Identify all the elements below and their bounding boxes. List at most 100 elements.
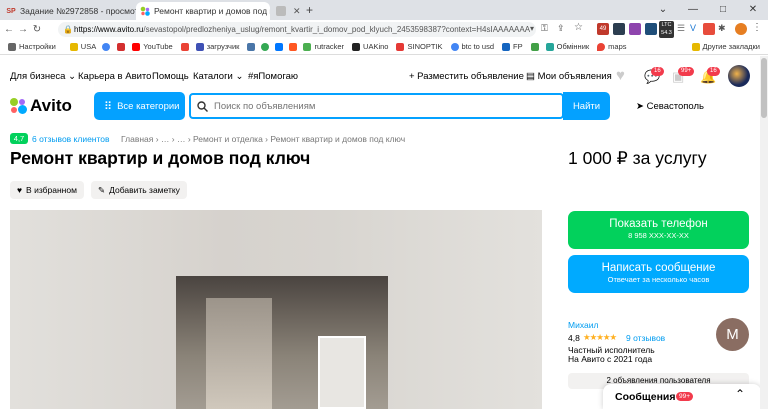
location-label: Севастополь: [646, 101, 704, 112]
key-icon[interactable]: ⚿: [541, 23, 548, 34]
rating-chip: 4,7: [10, 133, 28, 144]
favorite-button[interactable]: ♥ В избранном: [10, 181, 84, 199]
rutracker-icon: [303, 42, 312, 51]
user-avatar[interactable]: [728, 65, 750, 87]
seller-reviews-link[interactable]: 9 отзывов: [626, 333, 665, 343]
mail-logo-icon: [275, 42, 284, 51]
bookmark-usa[interactable]: USA: [69, 42, 96, 51]
extension-icon[interactable]: [613, 23, 625, 35]
seller-name[interactable]: Михаил: [568, 320, 598, 330]
lock-icon: 🔒: [63, 25, 73, 34]
green-site-icon: [530, 42, 539, 51]
bookmark-sinoptik[interactable]: SINOPTIK: [396, 42, 443, 51]
chevron-down-icon[interactable]: ⌄: [648, 0, 678, 20]
chevron-up-icon[interactable]: ⌃: [735, 387, 745, 401]
bookmarks-bar: Настройки USA YouTube загрузчик rutracke…: [0, 39, 768, 55]
help-link[interactable]: Помощь: [152, 71, 189, 82]
share-icon[interactable]: ⇪: [557, 23, 565, 34]
my-ads-link[interactable]: ▤ Мои объявления: [526, 71, 612, 82]
extension-icon[interactable]: [703, 23, 715, 35]
career-link[interactable]: Карьера в Авито: [78, 71, 151, 82]
gear-icon: [8, 42, 16, 51]
heart-icon[interactable]: ♥: [616, 67, 625, 84]
bookmark-settings[interactable]: Настройки: [8, 42, 56, 51]
location-selector[interactable]: ➤ Севастополь: [636, 101, 704, 112]
location-arrow-icon: ➤: [636, 101, 644, 112]
listing-photo[interactable]: [10, 210, 542, 409]
post-ad-link[interactable]: + Разместить объявление: [409, 71, 524, 82]
heart-icon: ♥: [17, 185, 23, 195]
tab-avito[interactable]: Ремонт квартир и домов под кл ✕: [136, 2, 270, 20]
search-input[interactable]: [214, 100, 554, 112]
bookmark-label: Другие закладки: [702, 42, 760, 51]
breadcrumb[interactable]: Главная › … › … › Ремонт и отделка › Рем…: [121, 134, 405, 144]
menu-dots-icon[interactable]: ⋮: [752, 22, 762, 33]
close-window-icon[interactable]: ✕: [738, 0, 768, 20]
write-message-button[interactable]: Написать сообщение Отвечает за несколько…: [568, 255, 749, 293]
bookmark-label: Обмінник: [556, 42, 590, 51]
messages-widget[interactable]: Сообщения 99+ ⌃: [603, 384, 761, 409]
bookmark-label: UAKino: [363, 42, 389, 51]
profile-icon[interactable]: [735, 23, 747, 35]
tab-task[interactable]: SP Задание №2972858 - просмотр з ✕: [2, 2, 136, 20]
avito-favicon-icon: [140, 6, 150, 16]
avito-logo[interactable]: Avito: [10, 96, 72, 116]
bookmark-youtube[interactable]: YouTube: [132, 42, 173, 51]
orange-site-icon: [289, 42, 298, 51]
extension-badge-icon[interactable]: 49: [597, 23, 609, 35]
show-phone-button[interactable]: Показать телефон 8 958 XXX-XX-XX: [568, 211, 749, 249]
bookmark-star-icon[interactable]: ☆: [574, 22, 583, 33]
ltc-price-widget[interactable]: LTC 54.3: [659, 21, 674, 38]
extension-count: 49: [599, 26, 607, 32]
close-icon[interactable]: ✕: [290, 6, 301, 17]
bookmark-downloader[interactable]: загрузчик: [195, 42, 239, 51]
google-icon[interactable]: [261, 42, 272, 51]
bookmark-rutracker[interactable]: rutracker: [303, 42, 344, 51]
scrollbar-track[interactable]: [760, 56, 768, 409]
youtube-icon: [132, 42, 141, 51]
forward-icon[interactable]: →: [16, 24, 30, 35]
messages-badge: 16: [651, 67, 664, 76]
red-bookmark-icon[interactable]: [117, 42, 128, 51]
extension-icon[interactable]: [645, 23, 657, 35]
bookmark-fp[interactable]: FP: [502, 42, 523, 51]
all-categories-button[interactable]: ⠿ Все категории: [94, 92, 185, 120]
scrollbar-thumb[interactable]: [761, 58, 767, 118]
mail-icon[interactable]: [275, 42, 286, 51]
folder-icon: [691, 42, 700, 51]
catalogs-link[interactable]: Каталоги ⌄: [193, 71, 243, 82]
puzzle-icon[interactable]: ✱: [718, 23, 726, 34]
url-bar[interactable]: 🔒 https://www.avito.ru/sevastopol/predlo…: [58, 22, 536, 37]
new-tab-icon[interactable]: +: [306, 3, 313, 17]
business-link[interactable]: Для бизнеса ⌄: [10, 71, 76, 82]
extension-icon[interactable]: [629, 23, 641, 35]
back-icon[interactable]: ←: [2, 24, 16, 35]
orange-bookmark-icon[interactable]: [289, 42, 300, 51]
vpn-icon[interactable]: V: [690, 23, 696, 33]
google-icon[interactable]: [102, 42, 113, 51]
grid-icon: ⠿: [104, 100, 113, 113]
vk-icon[interactable]: [247, 42, 258, 51]
extension-icon[interactable]: ☰: [677, 23, 685, 34]
find-button[interactable]: Найти: [563, 92, 610, 120]
minimize-icon[interactable]: —: [678, 0, 708, 20]
caret-down-icon[interactable]: ▾: [530, 24, 534, 33]
reload-icon[interactable]: ↻: [30, 24, 44, 35]
all-categories-label: Все категории: [117, 100, 180, 112]
gmail-icon[interactable]: [180, 42, 192, 51]
help-tag-link[interactable]: #яПомогаю: [248, 71, 298, 82]
bookmark-btc[interactable]: btc to usd: [450, 42, 494, 51]
gmail-logo-icon: [180, 42, 189, 51]
maximize-icon[interactable]: □: [708, 0, 738, 20]
notifications-badge: 16: [707, 67, 720, 76]
tab-blank[interactable]: ✕: [272, 2, 302, 20]
bookmark-uakino[interactable]: UAKino: [352, 42, 388, 51]
green-bookmark-icon[interactable]: [530, 42, 542, 51]
seller-avatar[interactable]: M: [716, 318, 749, 351]
reviews-link[interactable]: 6 отзывов клиентов: [32, 134, 110, 144]
uakino-icon: [352, 42, 361, 51]
bookmark-other[interactable]: Другие закладки: [691, 42, 760, 51]
add-note-button[interactable]: ✎ Добавить заметку: [91, 181, 187, 199]
bookmark-maps[interactable]: maps: [597, 42, 627, 51]
bookmark-exchanger[interactable]: Обмінник: [545, 42, 590, 51]
